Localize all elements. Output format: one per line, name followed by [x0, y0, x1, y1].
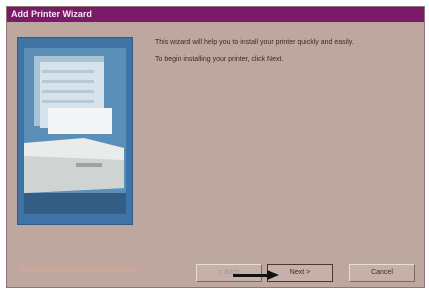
wizard-content: This wizard will help you to install you… [7, 22, 424, 287]
progress-decoration [19, 266, 137, 272]
printer-illustration [24, 48, 126, 214]
cancel-button[interactable]: Cancel [349, 264, 415, 282]
wizard-text-area: This wizard will help you to install you… [155, 38, 405, 72]
instruction-text: To begin installing your printer, click … [155, 56, 284, 63]
window-title: Add Printer Wizard [7, 7, 424, 22]
add-printer-wizard-dialog: Add Printer Wizard This wizard will help… [6, 6, 425, 288]
printer-illustration-panel [17, 37, 133, 225]
arrow-pointer-icon [233, 270, 279, 280]
intro-text: This wizard will help you to install you… [155, 39, 354, 46]
